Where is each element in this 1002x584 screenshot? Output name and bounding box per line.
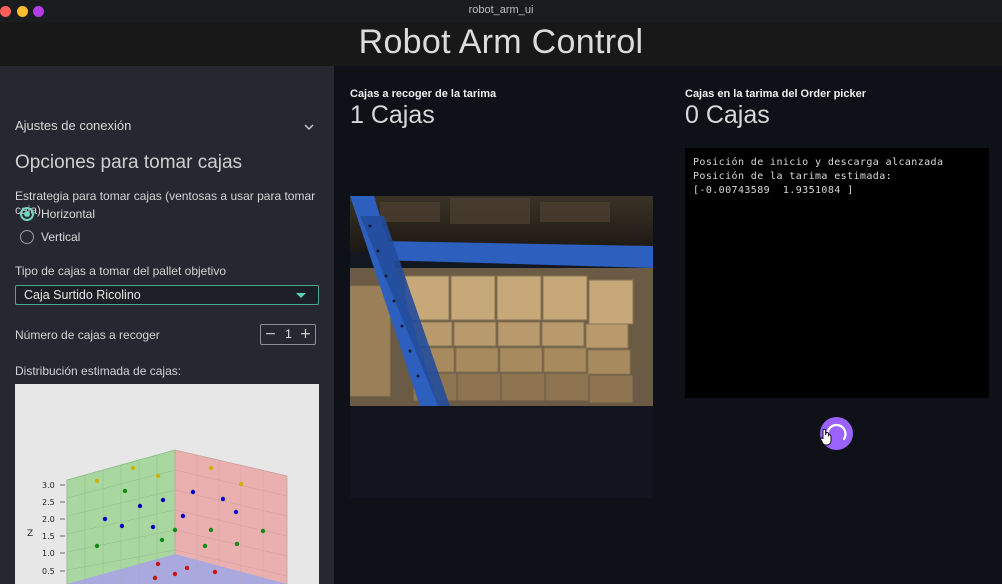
mouse-cursor-icon [820,428,832,446]
plot-canvas: 3.0 2.5 2.0 1.5 1.0 0.5 Z [15,384,319,584]
box-count-value[interactable]: 1 [280,327,297,341]
radio-vertical-label: Vertical [41,230,81,244]
distribution-3d-plot: 3.0 2.5 2.0 1.5 1.0 0.5 Z [15,384,319,584]
box-type-label: Tipo de cajas a tomar del pallet objetiv… [15,264,227,278]
box-type-select[interactable]: Caja Surtido Ricolino [15,285,319,305]
chevron-down-icon [304,124,314,131]
radio-unselected-icon [20,230,34,244]
log-line: Posición de inicio y descarga alcanzada [693,157,944,168]
camera-view [350,196,653,498]
camera-image [350,196,653,498]
caret-down-icon [296,293,306,298]
status-log: Posición de inicio y descarga alcanzada … [685,148,989,398]
pick-count: 1 Cajas [350,101,435,129]
log-line: Posición de la tarima estimada: [693,171,893,182]
z-tick-label: 1.0 [42,549,55,558]
increment-button[interactable]: + [297,326,314,343]
window-title: robot_arm_ui [468,4,534,16]
z-tick-label: 2.0 [42,515,55,524]
decrement-button[interactable]: − [262,326,279,343]
distribution-label: Distribución estimada de cajas: [15,364,182,378]
section-title: Opciones para tomar cajas [15,152,243,173]
radio-horizontal-label: Horizontal [41,207,96,221]
order-count: 0 Cajas [685,101,770,129]
z-tick-label: 2.5 [42,498,55,507]
z-tick-label: 3.0 [42,481,55,490]
page-title: Robot Arm Control [358,23,644,61]
pick-title: Cajas a recoger de la tarima [350,88,497,100]
box-count-stepper[interactable]: − 1 + [260,324,316,345]
app-header: Robot Arm Control [0,22,1002,66]
z-tick-label: 0.5 [42,567,55,576]
box-count-label: Número de cajas a recoger [15,328,160,342]
box-type-value: Caja Surtido Ricolino [24,288,141,302]
order-title: Cajas en la tarima del Order picker [685,88,866,100]
sidebar: Ajustes de conexión Opciones para tomar … [0,66,334,584]
radio-selected-icon [20,207,34,221]
z-axis-label: Z [27,529,33,539]
z-tick-label: 1.5 [42,532,55,541]
connection-settings-label: Ajustes de conexión [15,118,132,133]
log-line: [-0.00743589 1.9351084 ] [693,185,854,196]
connection-settings-expander[interactable]: Ajustes de conexión [15,117,319,137]
window-titlebar: robot_arm_ui [0,0,1002,22]
